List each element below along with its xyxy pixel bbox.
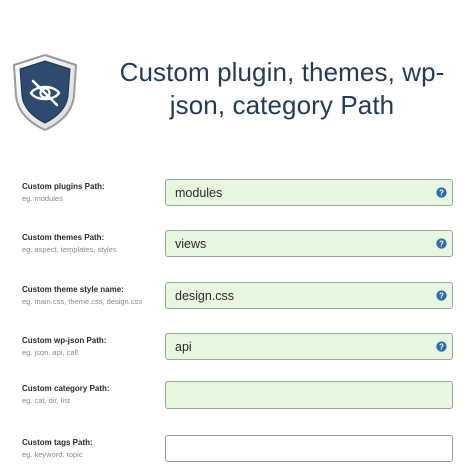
field-value[interactable]: api [175,340,192,355]
category-path-input[interactable] [165,381,453,409]
page-title: Custom plugin, themes, wp-json, category… [119,57,445,120]
svg-text:?: ? [439,188,444,197]
page-header: Custom plugin, themes, wp-json, category… [0,0,474,150]
field-label-block: Custom wp-json Path: eg. json, api, call [22,335,160,358]
field-value[interactable]: modules [175,186,222,201]
svg-text:?: ? [439,291,444,300]
field-label: Custom tags Path: [22,438,93,447]
question-circle-icon[interactable]: ? [436,290,447,301]
question-circle-icon[interactable]: ? [436,341,447,352]
tags-path-input[interactable] [165,435,453,462]
field-hint: eg. aspect, templates, styles [22,245,117,254]
field-label-block: Custom theme style name: eg. main.css, t… [22,284,160,307]
field-label: Custom themes Path: [22,233,105,242]
form-row-tags-path: Custom tags Path: eg. keyword, topic [0,435,474,474]
field-hint: eg. keyword, topic [22,450,83,459]
form-row-plugins-path: Custom plugins Path: eg. modules modules… [0,179,474,219]
plugins-path-input[interactable]: modules ? [165,179,453,206]
question-circle-icon[interactable]: ? [436,238,447,249]
field-value[interactable]: views [175,237,206,252]
field-label-block: Custom themes Path: eg. aspect, template… [22,232,160,255]
field-label-block: Custom category Path: eg. cat, dir, list [22,383,160,406]
themes-path-input[interactable]: views ? [165,230,453,257]
question-circle-icon[interactable]: ? [436,187,447,198]
field-label: Custom wp-json Path: [22,336,107,345]
svg-text:?: ? [439,342,444,351]
field-hint: eg. json, api, call [22,348,78,357]
form-row-category-path: Custom category Path: eg. cat, dir, list [0,381,474,421]
theme-style-name-input[interactable]: design.css ? [165,282,453,309]
settings-page: Custom plugin, themes, wp-json, category… [0,0,474,474]
shield-hidden-eye-icon [10,52,80,132]
form-row-wp-json-path: Custom wp-json Path: eg. json, api, call… [0,333,474,373]
field-label-block: Custom plugins Path: eg. modules [22,181,160,204]
wp-json-path-input[interactable]: api ? [165,333,453,360]
field-label: Custom theme style name: [22,285,124,294]
svg-text:?: ? [439,239,444,248]
field-hint: eg. main.css, theme.css, design.css [22,297,143,306]
form-row-theme-style-name: Custom theme style name: eg. main.css, t… [0,282,474,322]
form-row-themes-path: Custom themes Path: eg. aspect, template… [0,230,474,270]
field-label: Custom category Path: [22,384,110,393]
field-label: Custom plugins Path: [22,182,105,191]
field-hint: eg. cat, dir, list [22,396,70,405]
field-value[interactable]: design.css [175,289,234,304]
field-hint: eg. modules [22,194,63,203]
field-label-block: Custom tags Path: eg. keyword, topic [22,437,160,460]
